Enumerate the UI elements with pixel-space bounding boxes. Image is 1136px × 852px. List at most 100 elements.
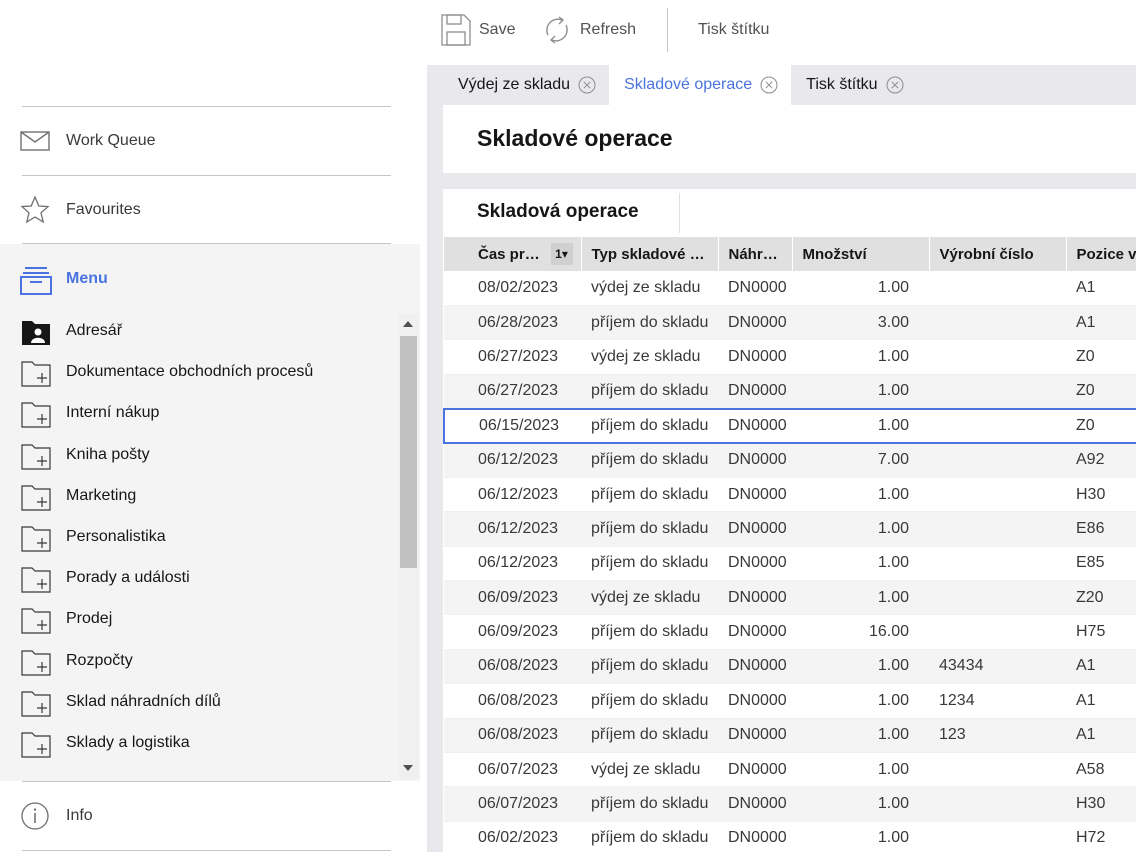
table-row[interactable]: 06/12/2023 příjem do skladu DN0000 1.00 H30 xyxy=(444,477,1136,513)
table-row[interactable]: 06/07/2023 výdej ze skladu DN0000 1.00 A58 xyxy=(444,752,1136,788)
tab-1[interactable]: Výdej ze skladu xyxy=(443,65,609,105)
table-row[interactable]: 06/27/2023 výdej ze skladu DN0000 1.00 Z0 xyxy=(444,339,1136,375)
table-row[interactable]: 06/08/2023 příjem do skladu DN0000 1.00 1234… xyxy=(444,683,1136,719)
table-row[interactable]: 06/02/2023 příjem do skladu DN0000 1.00 H72 xyxy=(444,821,1136,852)
sidebar-menu-item[interactable]: Rozpočty xyxy=(0,642,398,683)
table-cell: H30 xyxy=(1066,786,1136,822)
table-cell: H30 xyxy=(1066,477,1136,513)
table-cell: příjem do skladu xyxy=(581,374,718,410)
close-icon[interactable] xyxy=(886,76,904,94)
table-cell: DN0000 xyxy=(718,442,792,478)
table-cell: 43434 xyxy=(929,649,1066,685)
sidebar-menu-item[interactable]: Kniha pošty xyxy=(0,436,398,477)
menu-scrollbar[interactable] xyxy=(398,314,419,779)
table-cell: 06/28/2023 xyxy=(444,305,581,341)
table-cell xyxy=(929,339,1066,375)
sort-indicator[interactable]: 1 ▾ xyxy=(550,243,573,265)
table-cell: DN0000 xyxy=(718,718,792,753)
close-icon[interactable] xyxy=(760,76,778,94)
table-cell: 1234 xyxy=(929,683,1066,719)
tab-2[interactable]: Skladové operace xyxy=(609,65,792,105)
sidebar-menu-item[interactable]: Porady a události xyxy=(0,559,398,600)
sidebar-menu-item[interactable]: Prodej xyxy=(0,600,398,641)
column-header[interactable]: Typ skladové operace xyxy=(581,237,719,271)
sidebar-menu-item[interactable]: Sklady a logistika xyxy=(0,724,398,765)
table-cell: DN0000 xyxy=(718,614,792,650)
scroll-down-arrow-icon[interactable] xyxy=(403,765,413,771)
tab-label: Tisk štítku xyxy=(806,76,878,93)
table-cell: Z0 xyxy=(1066,407,1136,444)
table-row[interactable]: 06/09/2023 příjem do skladu DN0000 16.00 H75 xyxy=(444,614,1136,650)
sidebar-item-work-queue[interactable]: Work Queue xyxy=(0,107,420,175)
table-cell: 1.00 xyxy=(792,821,929,852)
table-cell: 06/27/2023 xyxy=(444,374,581,410)
column-header[interactable]: Pozice v xyxy=(1066,237,1136,271)
folder-add-icon xyxy=(21,565,51,598)
folder-add-icon xyxy=(21,606,51,639)
sidebar-menu-item[interactable]: Adresář xyxy=(0,312,398,353)
sidebar-item-favourites[interactable]: Favourites xyxy=(0,176,420,244)
menu-item-label: Porady a události xyxy=(66,569,190,587)
menu-item-label: Prodej xyxy=(66,610,113,628)
column-header[interactable]: Čas provedení 1 ▾ xyxy=(444,237,582,271)
save-button[interactable]: Save xyxy=(441,12,515,48)
refresh-button[interactable]: Refresh xyxy=(542,12,636,48)
table-cell xyxy=(929,407,1066,444)
print-label-button[interactable]: Tisk štítku xyxy=(698,12,769,48)
table-cell: 06/09/2023 xyxy=(444,580,581,616)
column-header-label: Náhradní díl xyxy=(728,245,792,263)
sidebar-menu-item[interactable]: Dokumentace obchodních procesů xyxy=(0,353,398,394)
column-header[interactable]: Náhradní díl xyxy=(718,237,793,271)
table-cell: příjem do skladu xyxy=(581,821,718,852)
table-cell: A1 xyxy=(1066,683,1136,719)
table-cell: 123 xyxy=(929,718,1066,753)
table-cell: výdej ze skladu xyxy=(581,752,718,788)
table-cell xyxy=(929,614,1066,650)
table-row[interactable]: 06/12/2023 příjem do skladu DN0000 1.00 E86 xyxy=(444,511,1136,547)
save-icon xyxy=(441,14,471,46)
table-cell: příjem do skladu xyxy=(581,546,718,582)
table-cell xyxy=(929,546,1066,582)
sidebar-menu-item[interactable]: Marketing xyxy=(0,477,398,518)
page-title: Skladové operace xyxy=(477,125,673,151)
table-row[interactable]: 06/08/2023 příjem do skladu DN0000 1.00 123 A… xyxy=(444,718,1136,753)
column-header[interactable]: Výrobní číslo xyxy=(929,237,1067,271)
table-cell: příjem do skladu xyxy=(581,718,718,753)
table-row[interactable]: 06/12/2023 příjem do skladu DN0000 7.00 A92 xyxy=(444,442,1136,478)
table-cell xyxy=(929,305,1066,341)
column-header-label: Množství xyxy=(802,245,867,263)
close-icon[interactable] xyxy=(578,76,596,94)
refresh-icon xyxy=(542,15,572,45)
sidebar-menu-item[interactable]: Interní nákup xyxy=(0,394,398,435)
table-cell xyxy=(929,580,1066,616)
table-cell: 06/08/2023 xyxy=(444,649,581,685)
tab-3[interactable]: Tisk štítku xyxy=(791,65,916,105)
sidebar-item-menu[interactable]: Menu xyxy=(0,244,420,314)
table-cell: 1.00 xyxy=(792,271,929,306)
column-header[interactable]: Množství xyxy=(792,237,930,271)
tab-bar: Výdej ze skladu Skladové operace Tisk štít… xyxy=(443,65,917,105)
table-row[interactable]: 06/28/2023 příjem do skladu DN0000 3.00 A1 xyxy=(444,305,1136,341)
table-row[interactable]: 06/07/2023 příjem do skladu DN0000 1.00 H30 xyxy=(444,786,1136,822)
table-cell: A1 xyxy=(1066,718,1136,753)
sort-down-icon: ▾ xyxy=(561,247,568,261)
table-cell: Z0 xyxy=(1066,374,1136,410)
sidebar-menu-item[interactable]: Personalistika xyxy=(0,518,398,559)
column-header-label: Pozice v xyxy=(1076,245,1136,263)
table-cell: příjem do skladu xyxy=(581,614,718,650)
table-row[interactable]: 06/09/2023 výdej ze skladu DN0000 1.00 Z20 xyxy=(444,580,1136,616)
table-row[interactable]: 06/12/2023 příjem do skladu DN0000 1.00 E85 xyxy=(444,546,1136,582)
table-row[interactable]: 08/02/2023 výdej ze skladu DN0000 1.00 A1 xyxy=(444,271,1136,306)
scroll-thumb[interactable] xyxy=(400,336,417,568)
sidebar-item-info[interactable]: Info xyxy=(0,782,420,850)
table-row[interactable]: 06/27/2023 příjem do skladu DN0000 1.00 Z0 xyxy=(444,374,1136,410)
scroll-up-arrow-icon[interactable] xyxy=(403,321,413,327)
table-cell: 06/08/2023 xyxy=(444,683,581,719)
table-row[interactable]: 06/08/2023 příjem do skladu DN0000 1.00 4343… xyxy=(444,649,1136,685)
sidebar-menu-item[interactable]: Sklad náhradních dílů xyxy=(0,683,398,724)
menu-item-label: Marketing xyxy=(66,486,137,504)
table-cell: 1.00 xyxy=(792,786,929,822)
table-row[interactable]: 06/15/2023 příjem do skladu DN0000 1.00 Z0 xyxy=(443,407,1136,444)
table-cell: 06/07/2023 xyxy=(444,752,581,788)
table-cell: příjem do skladu xyxy=(581,407,718,444)
